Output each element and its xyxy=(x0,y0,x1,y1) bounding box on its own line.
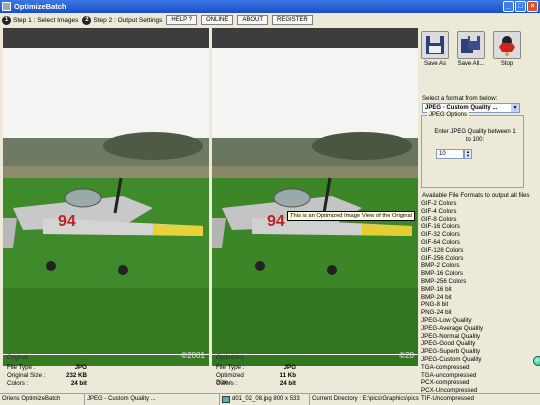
stop-sign-icon xyxy=(493,31,521,59)
optimized-info: Optimized File Type : JPG Optimized Size… xyxy=(212,354,418,390)
status-bar: Oriens OptimizeBatch JPEG - Custom Quali… xyxy=(0,393,540,405)
optimized-preview-pane[interactable]: 94 ©20 xyxy=(212,28,418,366)
save-as-label: Save As xyxy=(423,61,446,67)
step-1-tab[interactable]: 1 Step 1 : Select Images xyxy=(2,15,79,25)
original-size-value: 232 KB xyxy=(66,372,87,379)
format-list-item[interactable]: BMP-2 Colors xyxy=(421,262,531,270)
original-info: Original File Type : JPG Original Size :… xyxy=(3,354,209,390)
format-list-item[interactable]: GIF-64 Colors xyxy=(421,239,531,247)
status-format: JPEG - Custom Quality ... xyxy=(85,394,220,405)
format-list-item[interactable]: JPEG-Superb Quality xyxy=(421,348,531,356)
format-list-item[interactable]: JPEG-Average Quality xyxy=(421,325,531,333)
optimized-image: 94 ©20 xyxy=(212,48,418,366)
about-button[interactable]: ABOUT xyxy=(237,15,269,25)
format-list-item[interactable]: JPEG-Custom Quality xyxy=(421,356,531,364)
preview-tooltip: This is an Optimized Image View of the O… xyxy=(287,211,416,221)
help-button[interactable]: HELP ? xyxy=(166,15,197,25)
window-title: OptimizeBatch xyxy=(14,2,67,11)
jpeg-quality-description: Enter JPEG Quality between 1 to 100: xyxy=(434,129,516,143)
format-list-item[interactable]: GIF-16 Colors xyxy=(421,223,531,231)
format-list[interactable]: GIF-2 Colors GIF-4 Colors GIF-8 Colors GIF-… xyxy=(421,200,531,403)
output-settings-panel: Save As Save All... Stop Select a format… xyxy=(418,28,540,402)
step-1-label: Step 1 : Select Images xyxy=(13,16,79,24)
optimized-colors-value: 24 bit xyxy=(279,380,296,387)
optimized-file-type-label: File Type : xyxy=(216,364,245,371)
format-list-item[interactable]: BMP-256 Colors xyxy=(421,278,531,286)
original-file-type-label: File Type : xyxy=(7,364,36,371)
format-list-item[interactable]: GIF-256 Colors xyxy=(421,255,531,263)
image-file-icon xyxy=(222,396,230,403)
stop-label: Stop xyxy=(500,61,514,67)
save-as-button[interactable]: Save As xyxy=(420,31,450,83)
format-list-item[interactable]: JPEG-Good Quality xyxy=(421,340,531,348)
jpeg-options-title: JPEG Options xyxy=(427,112,470,118)
format-list-item[interactable]: GIF-128 Colors xyxy=(421,247,531,255)
format-list-item[interactable]: TGA-uncompressed xyxy=(421,372,531,380)
step-toolbar: 1 Step 1 : Select Images 2 Step 2 : Outp… xyxy=(0,13,540,27)
format-dropdown-value: JPEG - Custom Quality ... xyxy=(425,105,498,111)
format-list-item[interactable]: BMP-24 bit xyxy=(421,294,531,302)
optimized-file-type-row: File Type : JPG xyxy=(216,364,296,371)
chevron-down-icon[interactable]: ▼ xyxy=(511,104,519,112)
optimized-colors-label: Colors : xyxy=(216,380,238,387)
original-colors-label: Colors : xyxy=(7,380,29,387)
save-all-label: Save All... xyxy=(457,61,485,67)
svg-text:94: 94 xyxy=(267,213,285,230)
original-image: 94 ©2001 xyxy=(3,48,209,366)
step-2-label: Step 2 : Output Settings xyxy=(93,16,163,24)
optimized-colors-row: Colors : 24 bit xyxy=(216,380,296,387)
close-button[interactable]: × xyxy=(527,1,538,12)
original-caption: Original xyxy=(7,355,28,361)
original-preview-pane[interactable]: 94 ©2001 xyxy=(3,28,209,366)
title-bar: OptimizeBatch _ □ × xyxy=(0,0,540,13)
stop-button[interactable]: Stop xyxy=(492,31,522,83)
step-1-number: 1 xyxy=(2,15,11,25)
format-list-item[interactable]: TGA-compressed xyxy=(421,364,531,372)
format-list-item[interactable]: GIF-32 Colors xyxy=(421,231,531,239)
save-all-button[interactable]: Save All... xyxy=(456,31,486,83)
maximize-button[interactable]: □ xyxy=(515,1,526,12)
original-file-type-value: JPG xyxy=(74,364,87,371)
step-2-number: 2 xyxy=(82,15,92,25)
format-list-item[interactable]: JPEG-Low Quality xyxy=(421,317,531,325)
floppy-disk-icon xyxy=(421,31,449,59)
format-list-item[interactable]: GIF-4 Colors xyxy=(421,208,531,216)
format-list-item[interactable]: PCX-compressed xyxy=(421,379,531,387)
online-button[interactable]: ONLINE xyxy=(201,15,234,25)
original-file-type-row: File Type : JPG xyxy=(7,364,87,371)
format-prompt: Select a format from below: xyxy=(422,95,498,102)
svg-text:94: 94 xyxy=(58,213,76,230)
step-2-tab[interactable]: 2 Step 2 : Output Settings xyxy=(82,15,163,25)
format-list-item[interactable]: BMP-16 bit xyxy=(421,286,531,294)
multiple-disks-icon xyxy=(457,31,485,59)
original-colors-row: Colors : 24 bit xyxy=(7,380,87,387)
jpeg-quality-input[interactable]: 10 xyxy=(436,149,464,159)
optimized-caption: Optimized xyxy=(216,355,244,361)
register-button[interactable]: REGISTER xyxy=(272,15,313,25)
available-formats-label: Available File Formats to output all fil… xyxy=(422,192,530,199)
original-size-row: Original Size : 232 KB xyxy=(7,372,87,379)
original-colors-value: 24 bit xyxy=(70,380,87,387)
status-file-text: d01_02_08.jpg 800 x 533 xyxy=(232,396,300,402)
format-list-item[interactable]: GIF-8 Colors xyxy=(421,216,531,224)
format-list-item[interactable]: JPEG-Normal Quality xyxy=(421,333,531,341)
app-icon xyxy=(2,2,11,11)
globe-icon xyxy=(533,356,540,366)
jpeg-options-group: JPEG Options Enter JPEG Quality between … xyxy=(421,112,524,188)
format-list-item[interactable]: PNG-8 bit xyxy=(421,301,531,309)
format-list-item[interactable]: GIF-2 Colors xyxy=(421,200,531,208)
window-controls: _ □ × xyxy=(503,1,538,12)
status-file: d01_02_08.jpg 800 x 533 xyxy=(220,394,310,405)
status-app-name: Oriens OptimizeBatch xyxy=(0,394,85,405)
optimized-file-type-value: JPG xyxy=(283,364,296,371)
original-size-label: Original Size : xyxy=(7,372,46,379)
format-list-item[interactable]: BMP-16 Colors xyxy=(421,270,531,278)
minimize-button[interactable]: _ xyxy=(503,1,514,12)
status-directory: Current Directory : E:\pics\Graphics\pic… xyxy=(312,396,419,402)
format-list-item[interactable]: PNG-24 bit xyxy=(421,309,531,317)
quality-spinner-arrows[interactable]: ▲ ▼ xyxy=(464,149,472,159)
